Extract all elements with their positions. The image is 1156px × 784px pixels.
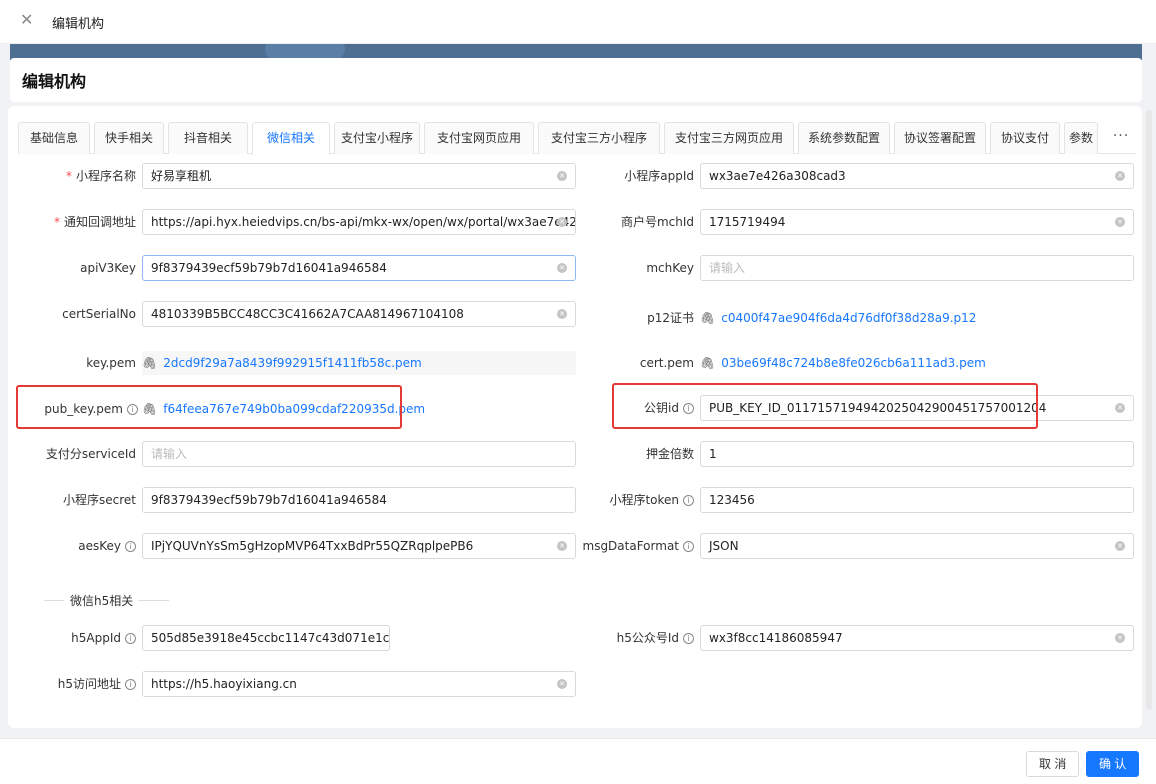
field-label-cert-serial: certSerialNo [62, 307, 136, 321]
mini-name-input[interactable]: 好易享租机 ✕ [142, 163, 576, 189]
section-title: 微信h5相关 [70, 594, 134, 608]
field-label-aes-key: aesKey i [28, 533, 136, 559]
confirm-button[interactable]: 确 认 [1086, 751, 1140, 777]
tab-alipay-web[interactable]: 支付宝网页应用 [424, 122, 534, 154]
tab-kuaishou[interactable]: 快手相关 [94, 122, 164, 154]
window-title: 编辑机构 [52, 17, 105, 32]
tab-agreement-sign[interactable]: 协议签署配置 [894, 122, 986, 154]
tab-bar: 基础信息 快手相关 抖音相关 微信相关 支付宝小程序 支付宝网页应用 支付宝三方… [18, 116, 1136, 155]
field-label-p12: p12证书 [647, 311, 694, 325]
h5-appid-input[interactable]: 505d85e3918e45ccbc1147c43d071e1c [142, 625, 390, 651]
paperclip-icon: 🖇 [142, 356, 158, 370]
field-label-msg-format: msgDataFormat i [578, 533, 694, 559]
field-label-cert-pem: cert.pem [639, 356, 694, 370]
paperclip-icon: 🖇 [700, 311, 716, 325]
field-label-h5-public-id: h5公众号Id i [582, 625, 694, 651]
appid-input[interactable]: wx3ae7e426a308cad3 ✕ [700, 163, 1134, 189]
field-label-h5-url: h5访问地址 i [28, 671, 136, 697]
scrollbar[interactable] [1146, 110, 1152, 710]
page-title: 编辑机构 [22, 72, 87, 91]
field-label-mchkey: mchKey [646, 261, 694, 275]
clear-icon[interactable]: ✕ [1115, 403, 1125, 413]
field-label-notify-url: * 通知回调地址 [53, 215, 136, 229]
tab-alipay-mini[interactable]: 支付宝小程序 [334, 122, 420, 154]
divider [44, 600, 64, 601]
tab-agreement-pay[interactable]: 协议支付 [990, 122, 1060, 154]
window-header: ✕ 编辑机构 [0, 0, 1156, 44]
field-label-deposit-multiple: 押金倍数 [645, 447, 694, 461]
field-label-mini-token: 小程序token i [582, 487, 694, 513]
cancel-button[interactable]: 取 消 [1026, 751, 1080, 777]
field-label-apiv3key: apiV3Key [80, 261, 136, 275]
mchid-input[interactable]: 1715719494 ✕ [700, 209, 1134, 235]
tab-douyin[interactable]: 抖音相关 [168, 122, 248, 154]
key-pem-file[interactable]: 🖇 2dcd9f29a7a8439f992915f1411fb58c.pem [142, 351, 576, 375]
h5-public-id-input[interactable]: wx3f8cc14186085947 ✕ [700, 625, 1134, 651]
required-mark: * [65, 169, 72, 183]
tab-alipay-third-web[interactable]: 支付宝三方网页应用 [664, 122, 794, 154]
info-icon: i [125, 679, 136, 690]
field-label-h5-appid: h5AppId i [28, 625, 136, 651]
clear-icon[interactable]: ✕ [557, 541, 567, 551]
clear-icon[interactable]: ✕ [1115, 217, 1125, 227]
field-label-key-pem: key.pem [86, 356, 136, 370]
notify-url-input[interactable]: https://api.hyx.heiedvips.cn/bs-api/mkx-… [142, 209, 576, 235]
tab-system-params[interactable]: 系统参数配置 [798, 122, 890, 154]
clear-icon[interactable]: ✕ [557, 171, 567, 181]
clear-icon[interactable]: ✕ [557, 217, 567, 227]
mini-token-input[interactable]: 123456 [700, 487, 1134, 513]
mchkey-input[interactable]: 请输入 [700, 255, 1134, 281]
clear-icon[interactable]: ✕ [1115, 633, 1125, 643]
field-label-appid: 小程序appId [624, 169, 694, 183]
clear-icon[interactable]: ✕ [557, 679, 567, 689]
section-h5: 微信h5相关 [44, 590, 169, 610]
form-card: 基础信息 快手相关 抖音相关 微信相关 支付宝小程序 支付宝网页应用 支付宝三方… [8, 106, 1142, 728]
close-icon[interactable]: ✕ [20, 12, 36, 28]
info-icon: i [125, 541, 136, 552]
clear-icon[interactable]: ✕ [1115, 171, 1125, 181]
info-icon: i [683, 495, 694, 506]
tab-basic-info[interactable]: 基础信息 [18, 122, 90, 154]
page-header: 编辑机构 [10, 58, 1142, 102]
mini-secret-input[interactable]: 9f8379439ecf59b79b7d16041a946584 [142, 487, 576, 513]
field-label-mchid: 商户号mchId [620, 215, 694, 229]
cert-serial-input[interactable]: 4810339B5BCC48CC3C41662A7CAA814967104108… [142, 301, 576, 327]
msg-format-input[interactable]: JSON ✕ [700, 533, 1134, 559]
required-mark: * [53, 215, 60, 229]
tabs-more-icon[interactable]: ··· [1106, 126, 1136, 150]
service-id-input[interactable]: 请输入 [142, 441, 576, 467]
info-icon: i [125, 633, 136, 644]
h5-url-input[interactable]: https://h5.haoyixiang.cn ✕ [142, 671, 576, 697]
divider [139, 600, 169, 601]
paperclip-icon: 🖇 [700, 356, 716, 370]
tab-alipay-third-mini[interactable]: 支付宝三方小程序 [538, 122, 660, 154]
tab-wechat[interactable]: 微信相关 [252, 122, 330, 155]
footer-bar: 取 消 确 认 [0, 738, 1156, 784]
clear-icon[interactable]: ✕ [557, 263, 567, 273]
info-icon: i [683, 541, 694, 552]
deposit-multiple-input[interactable]: 1 [700, 441, 1134, 467]
field-label-mini-secret: 小程序secret [63, 493, 136, 507]
clear-icon[interactable]: ✕ [557, 309, 567, 319]
p12-file[interactable]: 🖇 c0400f47ae904f6da4d76df0f38d28a9.p12 [700, 306, 976, 330]
apiv3key-input[interactable]: 9f8379439ecf59b79b7d16041a946584 ✕ [142, 255, 576, 281]
highlight-box-pub-key-id [612, 383, 1038, 429]
cert-pem-file[interactable]: 🖇 03be69f48c724b8e8fe026cb6a111ad3.pem [700, 351, 986, 375]
field-label-service-id: 支付分serviceId [45, 447, 136, 461]
tab-params[interactable]: 参数 [1064, 122, 1098, 154]
clear-icon[interactable]: ✕ [1115, 541, 1125, 551]
highlight-box-pub-key-pem [16, 385, 402, 429]
info-icon: i [683, 633, 694, 644]
aes-key-input[interactable]: IPjYQUVnYsSm5gHzopMVP64TxxBdPr55QZRqplpe… [142, 533, 576, 559]
field-label-mini-name: * 小程序名称 [65, 169, 136, 183]
